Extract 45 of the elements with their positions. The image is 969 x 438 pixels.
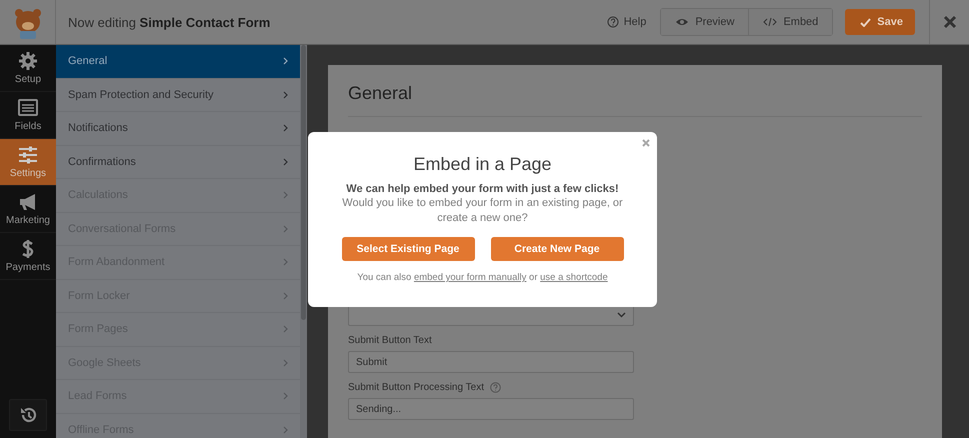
code-icon	[763, 17, 778, 27]
history-button[interactable]	[9, 399, 47, 431]
megaphone-icon	[18, 192, 38, 212]
chevron-icon	[283, 426, 288, 434]
help-icon	[606, 16, 619, 28]
scrollbar-thumb[interactable]	[301, 45, 306, 320]
input-field[interactable]: Sending...	[348, 398, 634, 420]
close-icon[interactable]	[642, 139, 650, 147]
modal-description: Would you like to embed your form in an existing page, or create a new one?	[341, 196, 624, 226]
page-option-button[interactable]: Create New Page	[490, 237, 624, 261]
footer-text: You can also embed your form manually or use a shortcode	[357, 272, 608, 283]
gear-icon	[18, 51, 38, 71]
eye-icon	[675, 17, 690, 27]
help-button[interactable]: Help	[606, 16, 646, 28]
chevron-icon	[283, 224, 288, 233]
panel-title: General	[348, 83, 922, 117]
chevron-icon	[283, 258, 288, 266]
list-icon	[18, 98, 38, 118]
settings-menu-item[interactable]: General	[56, 45, 300, 78]
chevron-icon	[283, 292, 288, 300]
chevron-down-icon	[617, 312, 626, 318]
embed-manually-link[interactable]: embed your form manually	[414, 272, 526, 283]
close-icon[interactable]	[942, 15, 956, 29]
shortcode-link[interactable]: use a shortcode	[540, 272, 608, 283]
chevron-icon	[283, 57, 288, 66]
chevron-icon	[283, 325, 288, 334]
chevron-icon	[283, 124, 288, 132]
save-button[interactable]: Save	[845, 9, 915, 35]
chevron-icon	[283, 191, 288, 200]
field-label: Submit Button Processing Text	[348, 382, 484, 393]
field-label: Submit Button Text	[348, 335, 432, 346]
modal-lead-text: We can help embed your form with just a few clicks!	[346, 183, 619, 195]
editing-title: Now editing Simple Contact Form	[68, 14, 272, 30]
nav-item[interactable]: Settings	[0, 139, 56, 186]
chevron-icon	[283, 90, 288, 99]
check-icon	[860, 18, 872, 26]
input-field[interactable]: Submit	[348, 351, 634, 373]
history-icon	[19, 406, 37, 424]
chevron-icon	[283, 358, 288, 367]
embed-button[interactable]: Embed	[748, 9, 832, 35]
sliders-icon	[18, 145, 38, 165]
page-option-button[interactable]: Select Existing Page	[342, 237, 474, 261]
chevron-icon	[283, 392, 288, 400]
modal-title: Embed in a Page	[413, 154, 552, 175]
chevron-icon	[283, 158, 288, 166]
